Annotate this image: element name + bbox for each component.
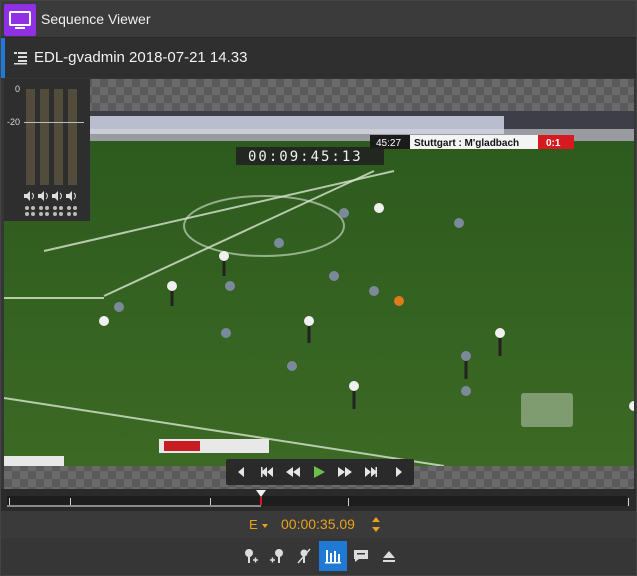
mark-in-icon [245, 549, 258, 563]
prev-frame-button[interactable] [228, 459, 254, 485]
mark-out-icon [270, 549, 283, 563]
sequence-viewer-window: Sequence Viewer EDL-gvadmin 2018-07-21 1… [0, 0, 637, 576]
meter-scale-0: 0 [15, 84, 21, 94]
mark-in-button[interactable] [237, 541, 265, 571]
fast-forward-icon [338, 467, 352, 477]
step-forward-icon [396, 467, 402, 477]
channel-routing-icon[interactable] [66, 205, 78, 217]
caret-down-icon[interactable] [262, 524, 268, 528]
timecode-stepper-icon[interactable] [371, 515, 381, 534]
subtitles-button[interactable] [347, 541, 375, 571]
sequence-header: EDL-gvadmin 2018-07-21 14.33 [1, 38, 636, 78]
speaker-icon[interactable] [24, 191, 36, 201]
timeline-scrubber[interactable] [1, 489, 636, 511]
mark-out-button[interactable] [263, 541, 291, 571]
burned-timecode: 00:09:45:13 [248, 149, 363, 165]
sequence-title: EDL-gvadmin 2018-07-21 14.33 [34, 49, 248, 66]
next-frame-button[interactable] [386, 459, 412, 485]
skip-forward-icon [365, 467, 377, 477]
sequence-accent-bar [1, 38, 5, 78]
step-back-icon [238, 467, 244, 477]
title-bar: Sequence Viewer [1, 1, 636, 38]
go-to-end-button[interactable] [358, 459, 384, 485]
video-viewer[interactable]: 45:27 Stuttgart : M'gladbach 0:1 00:09:4… [4, 79, 634, 489]
timecode-mode-dropdown[interactable]: E [249, 517, 258, 532]
playhead-icon[interactable] [255, 489, 267, 505]
audio-meter-icon [325, 550, 341, 564]
transport-controls [226, 459, 414, 485]
timecode-bar: E 00:00:35.09 [1, 511, 636, 538]
rewind-icon [286, 467, 300, 477]
subtitles-icon [354, 550, 368, 562]
match-score: 0:1 [546, 138, 561, 149]
monitor-icon [4, 4, 36, 36]
meter-channel-3 [54, 89, 63, 185]
play-icon [314, 466, 325, 478]
window-title: Sequence Viewer [41, 11, 151, 27]
current-timecode[interactable]: 00:00:35.09 [281, 516, 355, 532]
go-to-start-button[interactable] [254, 459, 280, 485]
speaker-icon[interactable] [52, 191, 64, 201]
eject-button[interactable] [375, 541, 403, 571]
meter-channel-1 [26, 89, 35, 185]
speaker-icon[interactable] [38, 191, 50, 201]
channel-routing-icon[interactable] [52, 205, 64, 217]
rewind-button[interactable] [280, 459, 306, 485]
skip-back-icon [261, 467, 273, 477]
bottom-toolbar [1, 538, 636, 575]
speaker-icon[interactable] [66, 191, 78, 201]
video-frame[interactable]: 45:27 Stuttgart : M'gladbach 0:1 00:09:4… [4, 111, 634, 466]
timeline-progress [7, 505, 262, 507]
list-icon [14, 52, 27, 65]
fast-forward-button[interactable] [332, 459, 358, 485]
meter-scale-20: -20 [7, 117, 21, 127]
meter-channel-2 [40, 89, 49, 185]
clear-marks-button[interactable] [290, 541, 318, 571]
play-button[interactable] [306, 459, 332, 485]
meter-minus-20-line [24, 122, 84, 123]
match-teams: Stuttgart : M'gladbach [414, 138, 519, 149]
timeline-tick [348, 498, 349, 506]
audio-meter-toggle-button[interactable] [319, 541, 347, 571]
audio-meter: 0 -20 [4, 79, 90, 221]
clear-marks-icon [297, 548, 311, 564]
channel-routing-icon[interactable] [38, 205, 50, 217]
channel-routing-icon[interactable] [24, 205, 36, 217]
timeline-tick [628, 498, 629, 506]
meter-channel-4 [68, 89, 77, 185]
eject-icon [383, 551, 395, 562]
